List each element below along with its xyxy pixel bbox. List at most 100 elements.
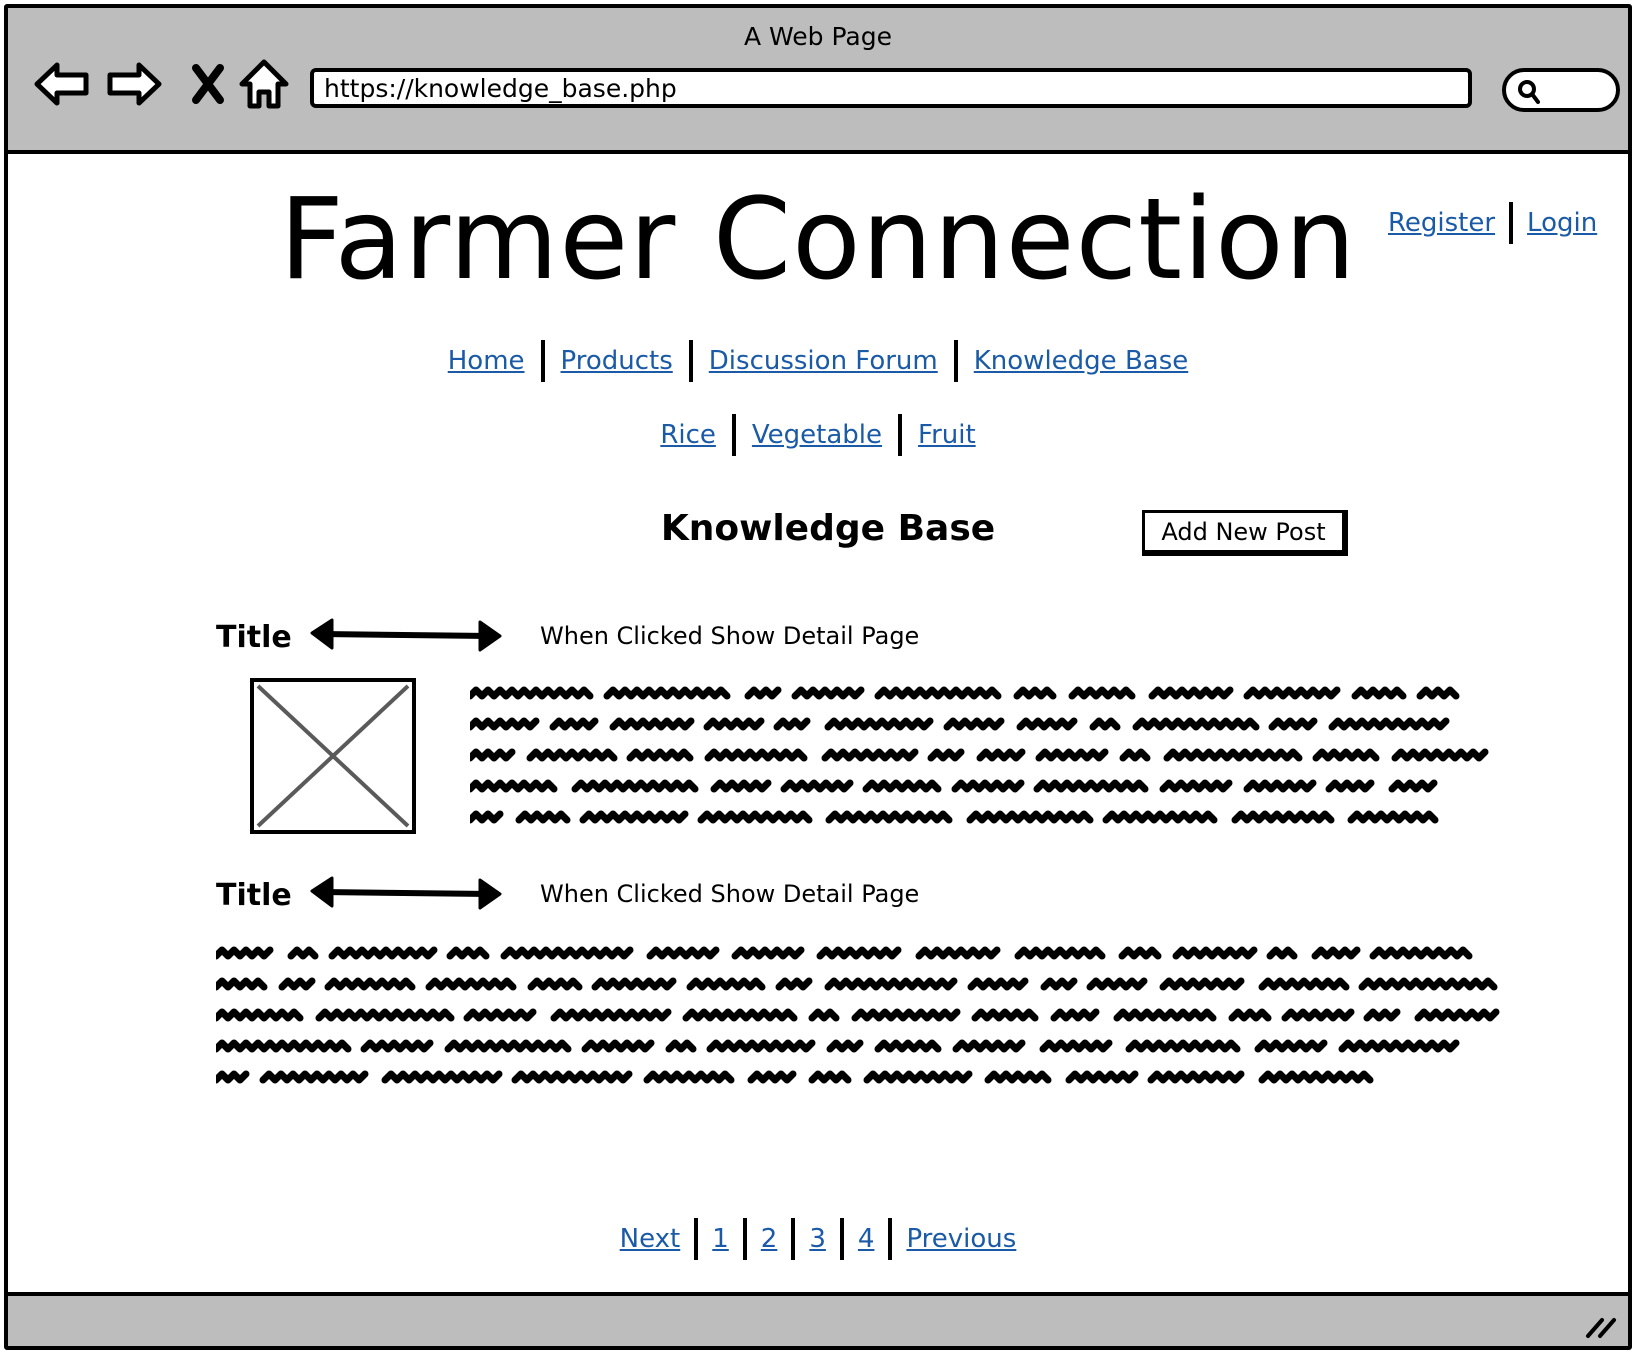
scribble-word: [731, 946, 805, 960]
scribble-word: [1391, 748, 1489, 762]
link-separator: [839, 1218, 844, 1260]
scribble-word: [1416, 686, 1460, 700]
link-separator: [953, 340, 958, 382]
add-new-post-button[interactable]: Add New Post: [1142, 510, 1348, 556]
scribble-word: [470, 810, 504, 824]
scribble-word: [446, 946, 490, 960]
scribble-word: [1014, 946, 1106, 960]
nav-knowledge-base[interactable]: Knowledge Base: [974, 346, 1189, 376]
scribble-word: [287, 946, 319, 960]
link-separator: [898, 414, 903, 456]
pagination-next[interactable]: Next: [620, 1224, 681, 1254]
scribble-word: [1258, 1070, 1374, 1084]
scribble-word: [825, 810, 953, 824]
back-arrow-icon[interactable]: [30, 52, 94, 116]
scribble-word: [444, 1039, 572, 1053]
scribble-word: [216, 1008, 304, 1022]
scribble-word: [1254, 1039, 1328, 1053]
link-separator: [688, 340, 693, 382]
nav-products[interactable]: Products: [561, 346, 673, 376]
scribble-word: [1159, 977, 1245, 991]
post-excerpt-scribble: [470, 686, 1489, 824]
category-rice[interactable]: Rice: [660, 420, 716, 450]
window-title: A Web Page: [743, 22, 893, 51]
forward-arrow-icon[interactable]: [102, 52, 166, 116]
scribble-word: [463, 1008, 537, 1022]
browser-window: A Web Page F: [4, 4, 1632, 1350]
pagination-page-3[interactable]: 3: [809, 1224, 826, 1254]
scribble-word: [1113, 1008, 1217, 1022]
scribble-word: [874, 686, 1002, 700]
link-separator: [1509, 202, 1514, 244]
pagination-previous[interactable]: Previous: [906, 1224, 1016, 1254]
scribble-word: [259, 1070, 369, 1084]
scribble-word: [470, 748, 516, 762]
link-separator: [540, 340, 545, 382]
category-vegetable[interactable]: Vegetable: [752, 420, 882, 450]
pagination-page-4[interactable]: 4: [858, 1224, 875, 1254]
scribble-word: [1268, 717, 1318, 731]
scribble-word: [1358, 977, 1498, 991]
scribble-word: [791, 686, 865, 700]
scribble-word: [1281, 1008, 1355, 1022]
scribble-word: [971, 1008, 1039, 1022]
double-arrow-icon: [310, 876, 502, 910]
scribble-word: [826, 1039, 864, 1053]
scribble-word: [967, 977, 1029, 991]
scribble-word: [511, 1070, 633, 1084]
browser-toolbar: A Web Page: [8, 8, 1628, 154]
link-separator: [731, 414, 736, 456]
link-separator: [791, 1218, 796, 1260]
scribble-word: [549, 717, 599, 731]
image-placeholder-icon: [256, 684, 410, 828]
scribble-word: [704, 748, 808, 762]
scribble-word: [216, 946, 274, 960]
category-nav: Rice Vegetable Fruit: [8, 414, 1628, 456]
scribble-word: [1065, 1070, 1139, 1084]
scribble-word: [328, 946, 438, 960]
scribble-word: [1414, 1008, 1500, 1022]
scribble-word: [851, 1008, 961, 1022]
scribble-word: [609, 717, 695, 731]
scribble-word: [824, 977, 958, 991]
scribble-word: [1363, 1008, 1401, 1022]
category-fruit[interactable]: Fruit: [918, 420, 976, 450]
scribble-word: [874, 1039, 942, 1053]
scribble-word: [526, 748, 618, 762]
scribble-word: [686, 977, 766, 991]
nav-home[interactable]: Home: [448, 346, 525, 376]
scribble-word: [1148, 686, 1234, 700]
scribble-word: [780, 779, 854, 793]
url-input[interactable]: [310, 68, 1472, 108]
nav-discussion-forum[interactable]: Discussion Forum: [709, 346, 938, 376]
resize-grip-icon[interactable]: [1584, 1314, 1618, 1340]
scribble-word: [665, 1039, 697, 1053]
scribble-word: [862, 779, 942, 793]
scribble-word: [643, 1070, 735, 1084]
register-link[interactable]: Register: [1388, 208, 1495, 238]
close-x-icon[interactable]: [176, 52, 240, 116]
browser-search-field[interactable]: [1502, 68, 1620, 112]
scribble-word: [603, 686, 731, 700]
scribble-word: [1312, 748, 1380, 762]
home-icon[interactable]: [232, 52, 296, 116]
scribble-word: [1068, 686, 1136, 700]
post-title[interactable]: Title: [216, 878, 292, 913]
link-separator: [694, 1218, 699, 1260]
scribble-word: [1266, 946, 1298, 960]
link-separator: [742, 1218, 747, 1260]
scribble-word: [863, 1070, 973, 1084]
scribble-word: [915, 946, 1001, 960]
scribble-word: [216, 977, 268, 991]
scribble-word: [550, 1008, 672, 1022]
scribble-word: [747, 1070, 797, 1084]
scribble-word: [1388, 779, 1438, 793]
scribble-word: [1311, 946, 1361, 960]
pagination-page-2[interactable]: 2: [761, 1224, 778, 1254]
login-link[interactable]: Login: [1527, 208, 1597, 238]
scribble-word: [1369, 946, 1473, 960]
post-title[interactable]: Title: [216, 620, 292, 655]
scribble-word: [1035, 748, 1109, 762]
scribble-word: [1089, 717, 1121, 731]
pagination-page-1[interactable]: 1: [712, 1224, 729, 1254]
